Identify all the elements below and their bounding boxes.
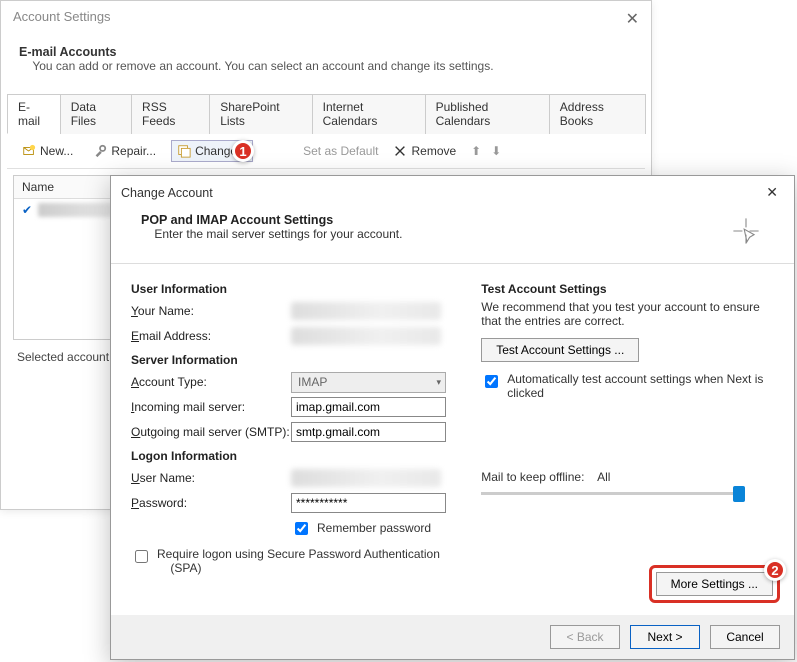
tab-published-calendars[interactable]: Published Calendars bbox=[425, 94, 550, 134]
new-button[interactable]: New... bbox=[17, 141, 78, 161]
callout-2: 2 bbox=[764, 559, 786, 581]
remove-label: Remove bbox=[411, 144, 456, 158]
slider-thumb[interactable] bbox=[733, 486, 745, 502]
repair-icon bbox=[93, 144, 107, 158]
callout-1: 1 bbox=[232, 140, 254, 162]
form-area: User Information Your Name: Email Addres… bbox=[111, 264, 794, 586]
dialog-header: POP and IMAP Account Settings Enter the … bbox=[111, 209, 794, 264]
tab-data-files[interactable]: Data Files bbox=[60, 94, 132, 134]
spa-checkbox[interactable]: Require logon using Secure Password Auth… bbox=[131, 547, 440, 575]
remember-password-label: Remember password bbox=[317, 521, 431, 535]
repair-button[interactable]: Repair... bbox=[88, 141, 161, 161]
mail-keep-section: Mail to keep offline: All bbox=[481, 470, 776, 495]
email-address-label: Email Address: bbox=[131, 329, 291, 343]
account-type-value: IMAP bbox=[298, 375, 327, 389]
repair-label: Repair... bbox=[111, 144, 156, 158]
section-test: Test Account Settings bbox=[481, 282, 776, 296]
email-toolbar: New... Repair... Change... Set as Defaul… bbox=[7, 134, 645, 169]
incoming-server-label: Incoming mail server: bbox=[131, 400, 291, 414]
move-up-icon: ⬆ bbox=[471, 144, 481, 158]
default-check-icon: ✔ bbox=[22, 203, 32, 217]
mail-keep-slider[interactable] bbox=[481, 492, 741, 495]
auto-test-checkbox[interactable]: Automatically test account settings when… bbox=[481, 372, 776, 400]
close-icon[interactable]: ✕ bbox=[760, 182, 784, 203]
chevron-down-icon: ▾ bbox=[436, 377, 441, 388]
back-button: < Back bbox=[550, 625, 620, 649]
header-block: E-mail Accounts You can add or remove an… bbox=[19, 45, 633, 73]
section-logon-info: Logon Information bbox=[131, 449, 455, 463]
change-account-titlebar: Change Account ✕ bbox=[111, 176, 794, 209]
account-type-combo: IMAP ▾ bbox=[291, 372, 446, 393]
set-default-button: Set as Default bbox=[303, 144, 378, 158]
new-label: New... bbox=[40, 144, 73, 158]
remove-button[interactable]: Remove bbox=[388, 141, 461, 161]
tab-sharepoint-lists[interactable]: SharePoint Lists bbox=[209, 94, 312, 134]
cancel-button[interactable]: Cancel bbox=[710, 625, 780, 649]
mail-keep-value: All bbox=[597, 470, 610, 484]
change-account-dialog: Change Account ✕ POP and IMAP Account Se… bbox=[110, 175, 795, 660]
password-label: Password: bbox=[131, 496, 291, 510]
tab-rss-feeds[interactable]: RSS Feeds bbox=[131, 94, 210, 134]
remember-password-box[interactable] bbox=[295, 522, 308, 535]
account-settings-titlebar: Account Settings ✕ bbox=[1, 1, 651, 37]
header-heading: E-mail Accounts bbox=[19, 45, 116, 59]
click-cursor-icon bbox=[728, 213, 764, 249]
outgoing-server-label: Outgoing mail server (SMTP): bbox=[131, 425, 291, 439]
spa-box[interactable] bbox=[135, 550, 148, 563]
callout-1-num: 1 bbox=[239, 144, 246, 159]
your-name-value-blurred bbox=[291, 302, 441, 320]
mail-keep-label: Mail to keep offline: bbox=[481, 470, 584, 484]
incoming-server-input[interactable] bbox=[291, 397, 446, 417]
username-label: User Name: bbox=[131, 471, 291, 485]
callout-2-num: 2 bbox=[771, 563, 778, 578]
more-settings-button[interactable]: More Settings ... bbox=[656, 572, 773, 596]
test-account-button[interactable]: Test Account Settings ... bbox=[481, 338, 639, 362]
your-name-label: Your Name: bbox=[131, 304, 291, 318]
password-input[interactable] bbox=[291, 493, 446, 513]
more-settings-highlight: More Settings ... bbox=[649, 565, 780, 603]
remove-icon bbox=[393, 144, 407, 158]
remember-password-checkbox[interactable]: Remember password bbox=[291, 519, 431, 538]
next-button[interactable]: Next > bbox=[630, 625, 700, 649]
dialog-title: Change Account bbox=[121, 186, 213, 200]
spa-label: Require logon using Secure Password Auth… bbox=[157, 547, 440, 575]
auto-test-label: Automatically test account settings when… bbox=[507, 372, 767, 400]
header-subtext: You can add or remove an account. You ca… bbox=[32, 59, 493, 73]
move-down-icon: ⬇ bbox=[491, 144, 501, 158]
outgoing-server-input[interactable] bbox=[291, 422, 446, 442]
window-title: Account Settings bbox=[13, 9, 111, 29]
close-icon[interactable]: ✕ bbox=[626, 9, 639, 29]
tab-internet-calendars[interactable]: Internet Calendars bbox=[312, 94, 426, 134]
section-server-info: Server Information bbox=[131, 353, 455, 367]
auto-test-box[interactable] bbox=[485, 375, 498, 388]
account-type-label: Account Type: bbox=[131, 375, 291, 389]
dialog-footer: < Back Next > Cancel bbox=[111, 615, 794, 659]
form-left: User Information Your Name: Email Addres… bbox=[131, 276, 455, 578]
form-right: Test Account Settings We recommend that … bbox=[481, 276, 776, 578]
email-value-blurred bbox=[291, 327, 441, 345]
test-description: We recommend that you test your account … bbox=[481, 300, 776, 328]
section-user-info: User Information bbox=[131, 282, 455, 296]
change-icon bbox=[177, 144, 191, 158]
tab-address-books[interactable]: Address Books bbox=[549, 94, 646, 134]
username-value-blurred bbox=[291, 469, 441, 487]
dialog-heading: POP and IMAP Account Settings bbox=[141, 213, 333, 227]
dialog-subheading: Enter the mail server settings for your … bbox=[154, 227, 402, 241]
account-settings-tabs: E-mail Data Files RSS Feeds SharePoint L… bbox=[7, 93, 645, 134]
new-icon bbox=[22, 144, 36, 158]
tab-email[interactable]: E-mail bbox=[7, 94, 61, 134]
